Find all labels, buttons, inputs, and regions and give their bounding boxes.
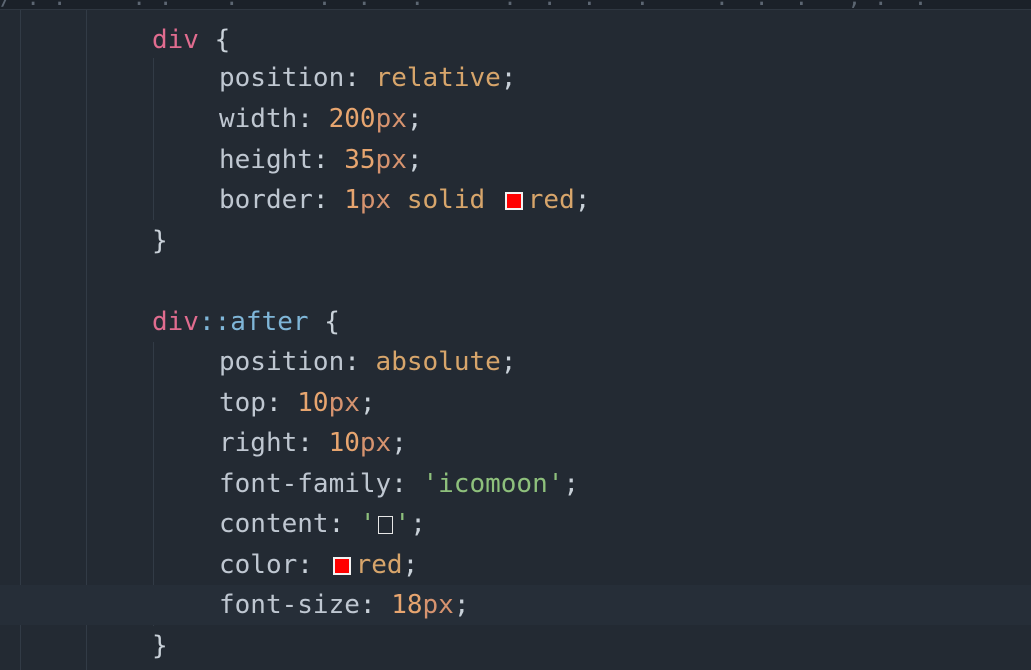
css-unit: px	[328, 388, 360, 418]
code-line-1[interactable]: div {	[0, 20, 1031, 60]
missing-glyph-icon	[377, 516, 393, 534]
code-text: font-size: 18px;	[219, 585, 469, 625]
code-text: content: ' ';	[219, 504, 426, 544]
code-text: width: 200px;	[219, 99, 423, 139]
css-property: position	[219, 347, 345, 377]
separator: :	[312, 185, 345, 215]
css-number: 18	[391, 590, 423, 620]
code-line-9[interactable]: top: 10px;	[0, 383, 1031, 423]
css-number: 10	[297, 388, 329, 418]
semicolon: ;	[359, 388, 376, 418]
red-color-swatch-icon[interactable]	[332, 557, 351, 575]
code-editor[interactable]: / . . . . . . . . . . . . . . . , . . di…	[0, 0, 1031, 670]
string-close-quote: '	[394, 509, 411, 539]
css-property: content	[219, 509, 329, 539]
separator: :	[265, 388, 298, 418]
semicolon: ;	[402, 550, 419, 580]
separator: :	[344, 347, 376, 377]
css-string: 'icomoon'	[422, 469, 564, 499]
css-selector: div	[152, 307, 199, 337]
string-open-quote: '	[359, 509, 376, 539]
code-text: color: red;	[219, 545, 418, 585]
separator: :	[391, 469, 423, 499]
css-value: relative	[375, 63, 501, 93]
separator: :	[297, 550, 329, 580]
brace: {	[308, 307, 340, 337]
semicolon: ;	[406, 104, 423, 134]
red-color-swatch-icon[interactable]	[504, 192, 523, 210]
semicolon: ;	[563, 469, 580, 499]
css-property: border	[219, 185, 313, 215]
css-property: font-size	[219, 590, 360, 620]
semicolon: ;	[453, 590, 470, 620]
code-text: right: 10px;	[219, 423, 407, 463]
code-text: height: 35px;	[219, 140, 423, 180]
css-color-value: red	[527, 185, 575, 215]
semicolon: ;	[500, 347, 517, 377]
css-property: right	[219, 428, 298, 458]
code-line-3[interactable]: width: 200px;	[0, 99, 1031, 139]
separator: :	[297, 428, 329, 458]
code-line-13[interactable]: color: red;	[0, 545, 1031, 585]
css-number: 10	[328, 428, 360, 458]
code-text: position: absolute;	[219, 342, 516, 382]
editor-header-partial: / . . . . . . . . . . . . . . . , . .	[0, 0, 1031, 10]
css-unit: px	[375, 104, 407, 134]
css-unit: px	[359, 428, 392, 458]
code-text: div::after {	[152, 302, 340, 342]
separator: :	[359, 590, 392, 620]
css-unit: px	[422, 590, 454, 620]
css-unit: px	[375, 145, 407, 175]
closing-brace: }	[152, 631, 168, 661]
header-partial-text: / . . . . . . . . . . . . . . . , . .	[0, 0, 927, 9]
separator: :	[297, 104, 329, 134]
separator: :	[328, 509, 360, 539]
semicolon: ;	[391, 428, 407, 458]
code-text: border: 1px solid red;	[219, 180, 590, 220]
semicolon: ;	[406, 145, 423, 175]
code-text: }	[152, 626, 168, 666]
code-line-12[interactable]: content: ' ';	[0, 504, 1031, 544]
semicolon: ;	[500, 63, 517, 93]
css-property: top	[219, 388, 266, 418]
css-pseudo-element: ::after	[198, 307, 309, 337]
css-property: font-family	[219, 469, 392, 499]
css-property: height	[219, 145, 313, 175]
code-text: top: 10px;	[219, 383, 376, 423]
css-property: position	[219, 63, 345, 93]
brace: {	[198, 25, 231, 55]
css-property: color	[219, 550, 298, 580]
code-line-6[interactable]: }	[0, 221, 1031, 261]
css-value: solid	[391, 185, 501, 215]
css-property: width	[219, 104, 298, 134]
code-line-2[interactable]: position: relative;	[0, 58, 1031, 98]
closing-brace: }	[152, 226, 168, 256]
code-line-15[interactable]: }	[0, 626, 1031, 666]
separator: :	[312, 145, 345, 175]
css-number: 200	[328, 104, 376, 134]
code-text: div {	[152, 20, 230, 60]
code-line-10[interactable]: right: 10px;	[0, 423, 1031, 463]
code-text: font-family: 'icomoon';	[219, 464, 579, 504]
css-color-value: red	[355, 550, 403, 580]
css-unit: px	[359, 185, 392, 215]
code-line-8[interactable]: position: absolute;	[0, 342, 1031, 382]
semicolon: ;	[410, 509, 426, 539]
semicolon: ;	[574, 185, 591, 215]
code-line-7[interactable]: div::after {	[0, 302, 1031, 342]
separator: :	[344, 63, 376, 93]
css-number: 1	[344, 185, 360, 215]
code-line-14-current[interactable]: font-size: 18px;	[0, 585, 1031, 625]
css-number: 35	[344, 145, 376, 175]
css-value: absolute	[375, 347, 501, 377]
code-line-4[interactable]: height: 35px;	[0, 140, 1031, 180]
code-text: }	[152, 221, 168, 261]
css-selector: div	[152, 25, 199, 55]
code-text: position: relative;	[219, 58, 516, 98]
code-line-11[interactable]: font-family: 'icomoon';	[0, 464, 1031, 504]
code-line-5[interactable]: border: 1px solid red;	[0, 180, 1031, 220]
